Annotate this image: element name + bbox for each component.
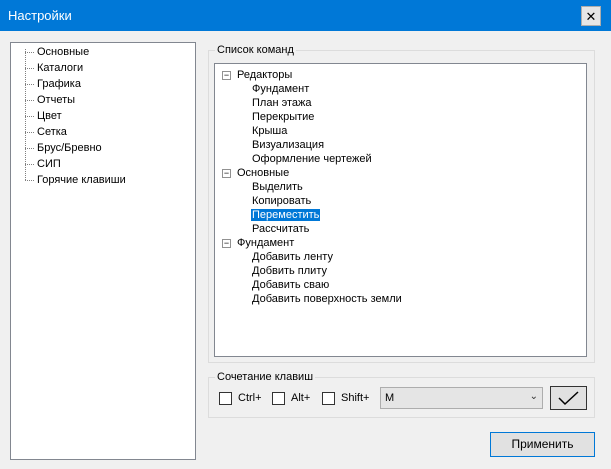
shift-checkbox[interactable]	[322, 392, 335, 405]
collapse-icon[interactable]: −	[222, 239, 231, 248]
shortcut-group-label: Сочетание клавиш	[215, 371, 316, 383]
tree-item-roof[interactable]: Крыша	[252, 124, 287, 138]
alt-label: Alt+	[291, 392, 311, 404]
tree-group-editors[interactable]: Редакторы	[237, 68, 292, 82]
settings-nav-tree[interactable]: Основные Каталоги Графика Отчеты Цвет Се…	[10, 42, 196, 460]
nav-item-grid[interactable]: Сетка	[25, 124, 67, 140]
checkmark-icon	[558, 391, 579, 406]
tree-item-drawings[interactable]: Оформление чертежей	[252, 152, 372, 166]
tree-item-move-wrapper[interactable]: Переместить	[251, 208, 321, 222]
tree-item-select[interactable]: Выделить	[252, 180, 303, 194]
tree-item-add-ground[interactable]: Добавить поверхность земли	[252, 292, 402, 306]
nav-item-sip[interactable]: СИП	[25, 156, 61, 172]
tree-item-move[interactable]: Переместить	[251, 209, 321, 221]
close-icon: ✕	[585, 9, 597, 24]
tree-item-visualization[interactable]: Визуализация	[252, 138, 324, 152]
ctrl-checkbox[interactable]	[219, 392, 232, 405]
nav-item-reports[interactable]: Отчеты	[25, 92, 75, 108]
shift-label: Shift+	[341, 392, 370, 404]
key-select-value: M	[385, 392, 395, 404]
nav-item-graphics[interactable]: Графика	[25, 76, 81, 92]
tree-item-copy[interactable]: Копировать	[252, 194, 311, 208]
chevron-down-icon: ⌄	[529, 391, 538, 402]
tree-item-add-pile[interactable]: Добавить сваю	[252, 278, 329, 292]
nav-item-hotkeys[interactable]: Горячие клавиши	[25, 172, 126, 188]
tree-item-add-plate[interactable]: Добвить плиту	[252, 264, 327, 278]
nav-item-color[interactable]: Цвет	[25, 108, 62, 124]
ctrl-label: Ctrl+	[238, 392, 262, 404]
nav-item-catalogs[interactable]: Каталоги	[25, 60, 83, 76]
nav-item-timber[interactable]: Брус/Бревно	[25, 140, 102, 156]
window-title: Настройки	[8, 8, 72, 23]
tree-group-basic[interactable]: Основные	[237, 166, 289, 180]
tree-item-add-strip[interactable]: Добавить ленту	[252, 250, 333, 264]
tree-item-calculate[interactable]: Рассчитать	[252, 222, 309, 236]
commands-tree[interactable]: − Редакторы Фундамент План этажа Перекры…	[214, 63, 587, 357]
collapse-icon[interactable]: −	[222, 169, 231, 178]
tree-item-slab[interactable]: Перекрытие	[252, 110, 314, 124]
commands-group-label: Список команд	[215, 44, 296, 56]
key-select[interactable]: M ⌄	[380, 387, 543, 409]
tree-item-foundation[interactable]: Фундамент	[252, 82, 309, 96]
confirm-shortcut-button[interactable]	[550, 386, 587, 410]
tree-item-floor-plan[interactable]: План этажа	[252, 96, 311, 110]
nav-item-basic[interactable]: Основные	[25, 44, 89, 60]
close-button[interactable]: ✕	[581, 6, 601, 26]
collapse-icon[interactable]: −	[222, 71, 231, 80]
apply-button[interactable]: Применить	[490, 432, 595, 457]
title-bar: Настройки ✕	[0, 0, 611, 31]
tree-group-foundation[interactable]: Фундамент	[237, 236, 294, 250]
alt-checkbox[interactable]	[272, 392, 285, 405]
